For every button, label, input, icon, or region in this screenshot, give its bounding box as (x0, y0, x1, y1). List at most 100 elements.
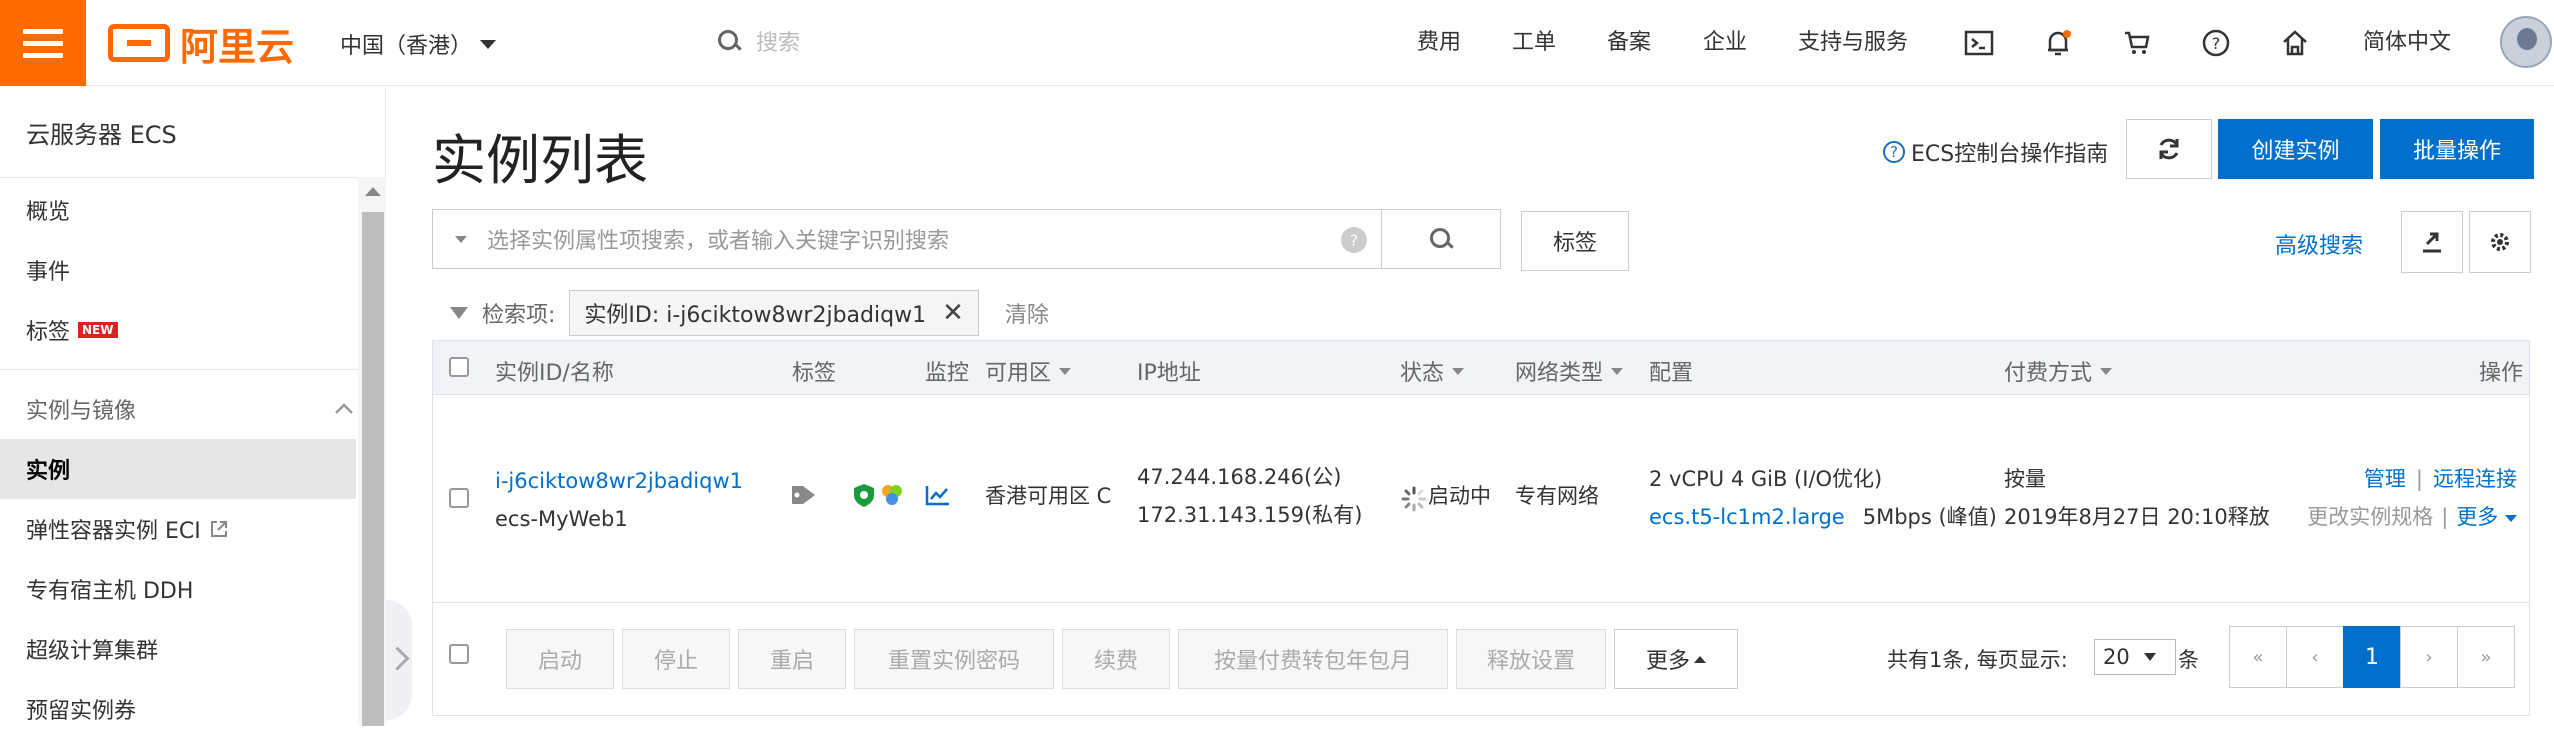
more-button-label: 更多 (1645, 649, 1690, 674)
page-size-select[interactable]: 20 (2094, 639, 2176, 675)
more-button[interactable]: 更多 (1614, 629, 1738, 689)
row-checkbox[interactable] (449, 488, 469, 508)
settings-button[interactable] (2469, 211, 2531, 273)
col-config: 配置 (1649, 361, 1694, 386)
search-button[interactable] (1381, 209, 1501, 269)
export-button[interactable] (2401, 211, 2463, 273)
sidebar-item-ddh[interactable]: 专有宿主机 DDH (0, 559, 356, 619)
sidebar-item-label: 超级计算集群 (26, 639, 159, 664)
region-selector[interactable]: 中国（香港） (340, 28, 497, 60)
tag-filter-button[interactable]: 标签 (1521, 211, 1629, 271)
col-zone[interactable]: 可用区 (985, 355, 1072, 387)
sidebar-scrollbar-thumb[interactable] (362, 212, 384, 726)
avatar[interactable] (2500, 16, 2552, 68)
sidebar-item-scc[interactable]: 超级计算集群 (0, 619, 356, 679)
next-page-button[interactable]: › (2400, 626, 2458, 688)
filter-chip: 实例ID: i-j6ciktow8wr2jbadiqw1 ✕ (569, 290, 979, 336)
reset-password-button[interactable]: 重置实例密码 (854, 629, 1054, 689)
guide-label: ECS控制台操作指南 (1911, 142, 2109, 167)
chevron-down-icon (2100, 367, 2113, 375)
menu-icon[interactable] (0, 0, 86, 86)
renew-button[interactable]: 续费 (1062, 629, 1170, 689)
more-actions-link[interactable]: 更多 (2456, 505, 2517, 529)
sidebar-item-eci[interactable]: 弹性容器实例 ECI (0, 499, 356, 559)
select-all-checkbox[interactable] (449, 357, 469, 377)
sidebar-item-label: 预留实例券 (26, 699, 137, 724)
sidebar-item-instances[interactable]: 实例 (0, 439, 356, 499)
remote-connect-link[interactable]: 远程连接 (2433, 467, 2517, 491)
aliyun-logo[interactable]: 阿里云 (108, 18, 294, 69)
convert-billing-button[interactable]: 按量付费转包年包月 (1178, 629, 1448, 689)
cart-icon[interactable] (2120, 26, 2154, 60)
page-1-button[interactable]: 1 (2343, 626, 2401, 688)
last-page-button[interactable]: » (2457, 626, 2515, 688)
change-spec-link[interactable]: 更改实例规格 (2307, 505, 2433, 529)
pagination: « ‹ 1 › » (2229, 626, 2515, 688)
chevron-down-icon (1059, 367, 1072, 375)
sidebar-item-overview[interactable]: 概览 (0, 180, 356, 240)
batch-operation-button[interactable]: 批量操作 (2380, 119, 2534, 179)
pay-type: 按量 (2004, 467, 2046, 491)
more-label: 更多 (2456, 505, 2499, 529)
page-size-unit: 条 (2178, 648, 2199, 672)
clear-filters-link[interactable]: 清除 (1005, 297, 1049, 329)
nav-enterprise[interactable]: 企业 (1703, 24, 1747, 56)
private-ip: 172.31.143.159(私有) (1137, 503, 1363, 527)
close-icon[interactable]: ✕ (942, 298, 964, 328)
tag-icon[interactable] (789, 483, 819, 507)
zone-value: 香港可用区 C (985, 484, 1112, 508)
security-shield-icon[interactable] (852, 482, 876, 508)
col-status-label: 状态 (1400, 361, 1445, 386)
aliyun-logo-mark-icon (108, 24, 170, 62)
external-link-icon (210, 521, 227, 537)
col-network-label: 网络类型 (1515, 361, 1604, 386)
col-monitor: 监控 (925, 361, 970, 386)
restart-button[interactable]: 重启 (738, 629, 846, 689)
help-icon[interactable]: ? (1341, 227, 1367, 253)
col-billing[interactable]: 付费方式 (2004, 355, 2113, 387)
sidebar-item-label: 专有宿主机 DDH (26, 579, 194, 604)
separator: | (2415, 467, 2423, 491)
instance-filter-input[interactable]: 选择实例属性项搜索，或者输入关键字识别搜索 ? (432, 209, 1382, 269)
create-instance-button[interactable]: 创建实例 (2218, 119, 2373, 179)
nav-icp[interactable]: 备案 (1607, 24, 1651, 56)
home-icon[interactable] (2278, 26, 2312, 60)
prev-page-button[interactable]: ‹ (2286, 626, 2344, 688)
first-page-button[interactable]: « (2229, 626, 2287, 688)
global-search-input[interactable]: 搜索 (756, 25, 800, 57)
sidebar-item-label: 实例 (26, 459, 71, 484)
refresh-button[interactable] (2126, 119, 2212, 179)
sidebar-item-tags[interactable]: 标签 NEW (0, 300, 356, 360)
config-spec: 2 vCPU 4 GiB (I/O优化) (1649, 467, 1883, 491)
sidebar-collapse-handle[interactable] (386, 600, 412, 720)
start-button[interactable]: 启动 (506, 629, 614, 689)
cloud-monitor-icon[interactable] (879, 482, 905, 508)
table-row: i-j6ciktow8wr2jbadiqw1 ecs-MyWeb1 香港可用区 … (433, 396, 2529, 603)
nav-billing[interactable]: 费用 (1417, 24, 1461, 56)
sidebar-item-events[interactable]: 事件 (0, 240, 356, 300)
help-icon[interactable]: ? (2199, 26, 2233, 60)
terminal-icon[interactable] (1962, 26, 1996, 60)
sidebar-group-instances-images[interactable]: 实例与镜像 (0, 379, 356, 439)
instance-id-link[interactable]: i-j6ciktow8wr2jbadiqw1 (495, 462, 743, 500)
advanced-search-link[interactable]: 高级搜索 (2275, 228, 2363, 260)
monitor-chart-icon[interactable] (925, 484, 951, 506)
console-guide-link[interactable]: ? ECS控制台操作指南 (1883, 136, 2108, 168)
global-search[interactable]: 搜索 (716, 25, 800, 57)
chevron-down-icon (2505, 514, 2517, 522)
nav-tickets[interactable]: 工单 (1512, 24, 1556, 56)
manage-link[interactable]: 管理 (2364, 467, 2406, 491)
scroll-up-icon[interactable] (365, 187, 381, 196)
export-icon (2423, 232, 2441, 253)
col-status[interactable]: 状态 (1400, 355, 1465, 387)
col-network[interactable]: 网络类型 (1515, 355, 1624, 387)
nav-support[interactable]: 支持与服务 (1798, 24, 1908, 56)
sidebar-item-reserved-instances[interactable]: 预留实例券 (0, 679, 356, 739)
stop-button[interactable]: 停止 (622, 629, 730, 689)
bell-icon[interactable] (2041, 26, 2075, 60)
language-switch[interactable]: 简体中文 (2363, 24, 2451, 56)
footer-select-all-checkbox[interactable] (449, 644, 469, 664)
instance-type-link[interactable]: ecs.t5-lc1m2.large (1649, 505, 1845, 529)
col-tags: 标签 (792, 361, 837, 386)
release-settings-button[interactable]: 释放设置 (1456, 629, 1606, 689)
